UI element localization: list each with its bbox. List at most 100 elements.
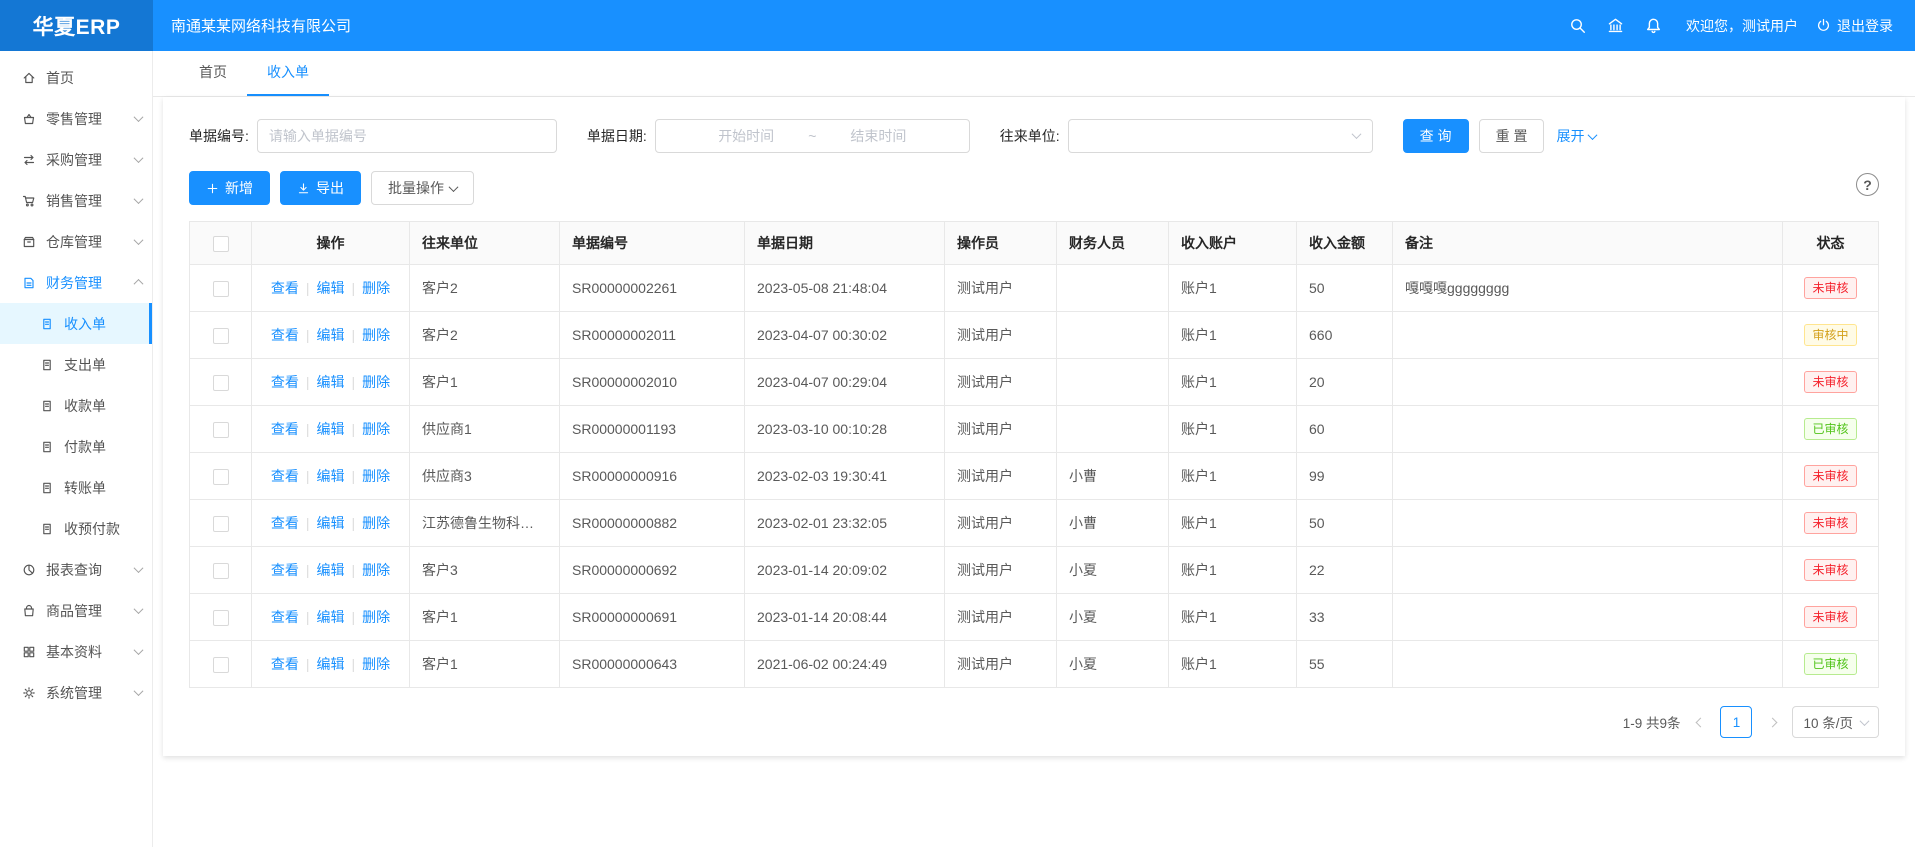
tab-home[interactable]: 首页 bbox=[179, 51, 247, 96]
row-checkbox[interactable] bbox=[213, 516, 229, 532]
row-action-edit[interactable]: 编辑 bbox=[317, 656, 345, 672]
report-icon bbox=[22, 563, 36, 577]
sidebar-item-home[interactable]: 首页 bbox=[0, 57, 152, 98]
page-size-select[interactable]: 10 条/页 bbox=[1792, 706, 1879, 738]
row-action-edit[interactable]: 编辑 bbox=[317, 374, 345, 390]
row-action-view[interactable]: 查看 bbox=[271, 421, 299, 437]
app-logo[interactable]: 华夏ERP bbox=[0, 0, 153, 51]
sidebar-subitem-income[interactable]: 收入单 bbox=[0, 303, 152, 344]
sidebar-item-retail[interactable]: 零售管理 bbox=[0, 98, 152, 139]
row-action-edit[interactable]: 编辑 bbox=[317, 327, 345, 343]
row-checkbox[interactable] bbox=[213, 610, 229, 626]
reset-button[interactable]: 重 置 bbox=[1479, 119, 1545, 153]
column-header-3: 单据日期 bbox=[745, 222, 945, 265]
row-action-view[interactable]: 查看 bbox=[271, 562, 299, 578]
row-action-edit[interactable]: 编辑 bbox=[317, 421, 345, 437]
action-divider: | bbox=[306, 374, 310, 390]
sidebar-item-finance[interactable]: 财务管理 bbox=[0, 262, 152, 303]
sidebar-subitem-collection[interactable]: 收款单 bbox=[0, 385, 152, 426]
row-action-edit[interactable]: 编辑 bbox=[317, 468, 345, 484]
sidebar-item-report[interactable]: 报表查询 bbox=[0, 549, 152, 590]
row-checkbox[interactable] bbox=[213, 328, 229, 344]
search-icon[interactable] bbox=[1558, 0, 1596, 51]
chevron-down-icon bbox=[134, 153, 144, 163]
row-action-edit[interactable]: 编辑 bbox=[317, 515, 345, 531]
row-checkbox[interactable] bbox=[213, 422, 229, 438]
finance-icon bbox=[22, 276, 36, 290]
bank-icon[interactable] bbox=[1596, 0, 1634, 51]
sidebar-subitem-payment[interactable]: 付款单 bbox=[0, 426, 152, 467]
cell-status: 未审核 bbox=[1783, 500, 1879, 547]
row-action-view[interactable]: 查看 bbox=[271, 609, 299, 625]
pagination-next[interactable] bbox=[1762, 719, 1782, 726]
row-action-edit[interactable]: 编辑 bbox=[317, 609, 345, 625]
cell-select bbox=[190, 453, 252, 500]
cell-status: 审核中 bbox=[1783, 312, 1879, 359]
unit-select[interactable] bbox=[1068, 119, 1373, 153]
chevron-down-icon bbox=[1351, 129, 1361, 139]
sidebar-subitem-prepaid[interactable]: 收预付款 bbox=[0, 508, 152, 549]
row-action-edit[interactable]: 编辑 bbox=[317, 280, 345, 296]
date-range-picker[interactable]: ~ bbox=[655, 119, 970, 153]
pagination-page-1[interactable]: 1 bbox=[1720, 706, 1752, 738]
column-header-4: 操作员 bbox=[945, 222, 1057, 265]
row-action-delete[interactable]: 删除 bbox=[362, 421, 390, 437]
row-checkbox[interactable] bbox=[213, 375, 229, 391]
action-divider: | bbox=[352, 280, 356, 296]
row-action-view[interactable]: 查看 bbox=[271, 327, 299, 343]
sidebar-item-system[interactable]: 系统管理 bbox=[0, 672, 152, 713]
row-checkbox[interactable] bbox=[213, 563, 229, 579]
row-action-view[interactable]: 查看 bbox=[271, 374, 299, 390]
sidebar-item-purchase[interactable]: 采购管理 bbox=[0, 139, 152, 180]
row-action-delete[interactable]: 删除 bbox=[362, 609, 390, 625]
sidebar-item-sales[interactable]: 销售管理 bbox=[0, 180, 152, 221]
sidebar-item-label: 采购管理 bbox=[46, 150, 135, 170]
add-button[interactable]: 新增 bbox=[189, 171, 270, 205]
pagination-prev[interactable] bbox=[1690, 719, 1710, 726]
select-all-checkbox[interactable] bbox=[213, 236, 229, 252]
power-icon bbox=[1816, 18, 1831, 33]
export-button[interactable]: 导出 bbox=[280, 171, 361, 205]
cell-remark bbox=[1393, 312, 1783, 359]
sidebar-item-goods[interactable]: 商品管理 bbox=[0, 590, 152, 631]
batch-actions-button[interactable]: 批量操作 bbox=[371, 171, 474, 205]
row-action-view[interactable]: 查看 bbox=[271, 280, 299, 296]
sidebar-subitem-transfer[interactable]: 转账单 bbox=[0, 467, 152, 508]
row-action-delete[interactable]: 删除 bbox=[362, 656, 390, 672]
row-action-view[interactable]: 查看 bbox=[271, 515, 299, 531]
row-checkbox[interactable] bbox=[213, 657, 229, 673]
bell-icon[interactable] bbox=[1634, 0, 1672, 51]
table-row: 查看|编辑|删除客户3SR000000006922023-01-14 20:09… bbox=[190, 547, 1879, 594]
cell-unit: 客户1 bbox=[410, 359, 560, 406]
row-action-view[interactable]: 查看 bbox=[271, 656, 299, 672]
table-row: 查看|编辑|删除客户1SR000000006912023-01-14 20:08… bbox=[190, 594, 1879, 641]
cell-remark bbox=[1393, 453, 1783, 500]
row-action-delete[interactable]: 删除 bbox=[362, 562, 390, 578]
row-checkbox[interactable] bbox=[213, 469, 229, 485]
bill-no-input[interactable] bbox=[257, 119, 557, 153]
sidebar-item-basic[interactable]: 基本资料 bbox=[0, 631, 152, 672]
date-start-input[interactable] bbox=[686, 128, 806, 144]
bill-no-label: 单据编号: bbox=[189, 126, 249, 146]
row-action-delete[interactable]: 删除 bbox=[362, 468, 390, 484]
search-button[interactable]: 查 询 bbox=[1403, 119, 1469, 153]
row-action-delete[interactable]: 删除 bbox=[362, 374, 390, 390]
row-action-delete[interactable]: 删除 bbox=[362, 515, 390, 531]
cell-bill-no: SR00000000882 bbox=[560, 500, 745, 547]
welcome-user[interactable]: 欢迎您，测试用户 bbox=[1686, 16, 1798, 36]
action-divider: | bbox=[352, 656, 356, 672]
logout-button[interactable]: 退出登录 bbox=[1816, 16, 1893, 36]
cell-finance-person: 小曹 bbox=[1057, 500, 1169, 547]
help-icon[interactable]: ? bbox=[1856, 173, 1879, 196]
sidebar-item-warehouse[interactable]: 仓库管理 bbox=[0, 221, 152, 262]
date-end-input[interactable] bbox=[818, 128, 938, 144]
row-checkbox[interactable] bbox=[213, 281, 229, 297]
tab-income-receipt[interactable]: 收入单 bbox=[247, 51, 329, 96]
row-action-edit[interactable]: 编辑 bbox=[317, 562, 345, 578]
row-action-delete[interactable]: 删除 bbox=[362, 280, 390, 296]
sidebar-subitem-expense[interactable]: 支出单 bbox=[0, 344, 152, 385]
status-badge: 未审核 bbox=[1804, 559, 1856, 581]
row-action-delete[interactable]: 删除 bbox=[362, 327, 390, 343]
expand-link[interactable]: 展开 bbox=[1556, 126, 1596, 146]
row-action-view[interactable]: 查看 bbox=[271, 468, 299, 484]
